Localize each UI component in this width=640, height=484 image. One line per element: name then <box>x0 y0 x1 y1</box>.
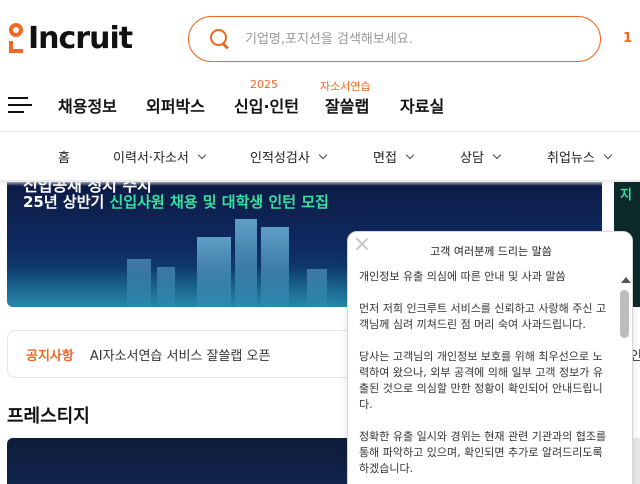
popup-body: 개인정보 유출 의심에 따른 안내 및 사과 말씀 먼저 저희 인크루트 서비스… <box>359 269 609 484</box>
search-icon[interactable] <box>209 28 231 50</box>
nav-item-jobs[interactable]: 채용정보 <box>58 93 117 117</box>
next-banner-text: 지 <box>620 188 632 203</box>
subnav-item-aptitude[interactable]: 인적성검사 <box>250 147 328 166</box>
section-title: 프레스티지 <box>7 406 90 427</box>
nav-item-jalsseullab[interactable]: 잘쓸랩 <box>325 93 369 117</box>
popup-title: 고객 여러분께 드리는 말씀 <box>430 245 552 258</box>
header-right-number[interactable]: 1 <box>623 31 632 46</box>
scroll-up-arrow-icon[interactable] <box>621 277 631 283</box>
subnav-label: 인적성검사 <box>250 151 310 166</box>
popup-paragraph: 먼저 저희 인크루트 서비스를 신뢰하고 사랑해 주신 고객님께 심려 끼쳐드린… <box>359 302 607 331</box>
banner-headline-highlight: 신입사원 채용 및 대학생 인턴 모집 <box>109 193 329 211</box>
popup-paragraph: 정확한 유출 일시와 경위는 현재 관련 기관과의 협조를 통해 파악하고 있으… <box>359 430 607 475</box>
nav-item-offerbox[interactable]: 외퍼박스 <box>146 93 205 117</box>
search-bar[interactable] <box>188 16 601 62</box>
banner-headline: 25년 상반기 신입사원 채용 및 대학생 인턴 모집 <box>23 191 329 212</box>
subnav-item-resume[interactable]: 이력서·자소서 <box>113 147 207 166</box>
logo-text: Incruit <box>28 20 133 56</box>
notice-text[interactable]: AI자소서연습 서비스 잘쓸랩 오픈 <box>90 345 271 364</box>
subnav-label: 면접 <box>373 151 397 166</box>
chevron-down-icon <box>603 150 613 159</box>
notice-popup: 고객 여러분께 드리는 말씀 개인정보 유출 의심에 따른 안내 및 사과 말씀… <box>347 231 633 484</box>
subnav-item-home[interactable]: 홈 <box>58 147 70 166</box>
subnav-item-news[interactable]: 취업뉴스 <box>547 147 613 166</box>
subnav-label: 이력서·자소서 <box>113 151 189 166</box>
search-input[interactable] <box>245 31 585 47</box>
subnav-label: 취업뉴스 <box>547 151 595 166</box>
subnav-shadow <box>0 180 640 186</box>
chevron-down-icon <box>197 150 207 159</box>
nav-item-resources[interactable]: 자료실 <box>400 93 444 117</box>
page: Incruit 1 채용정보 외퍼박스 2025 신입·인턴 자소서연습 잘쓸랩… <box>0 0 640 484</box>
subnav-item-interview[interactable]: 면접 <box>373 147 415 166</box>
notice-label: 공지사항 <box>26 348 74 364</box>
logo-mark-icon <box>8 21 26 55</box>
subnav-label: 상담 <box>460 151 484 166</box>
incruit-logo[interactable]: Incruit <box>8 18 133 58</box>
banner-headline-prefix: 25년 상반기 <box>23 193 110 211</box>
subnav-label: 홈 <box>58 151 70 166</box>
chevron-down-icon <box>492 150 502 159</box>
chevron-down-icon <box>405 150 415 159</box>
chevron-down-icon <box>318 150 328 159</box>
nav-divider <box>0 131 640 132</box>
subnav-item-counsel[interactable]: 상담 <box>460 147 502 166</box>
nav-tag-2025: 2025 <box>250 78 278 91</box>
nav-tag-essay-practice: 자소서연습 <box>320 80 371 93</box>
popup-paragraph: 당사는 고객님의 개인정보 보호를 위해 최우선으로 노력하여 왔으나, 외부 … <box>359 350 603 411</box>
nav-item-newcomer-intern[interactable]: 신입·인턴 <box>234 93 299 117</box>
scrollbar-thumb[interactable] <box>620 290 629 338</box>
popup-paragraph: 개인정보 유출 의심에 따른 안내 및 사과 말씀 <box>359 270 566 283</box>
menu-icon[interactable] <box>8 97 32 113</box>
